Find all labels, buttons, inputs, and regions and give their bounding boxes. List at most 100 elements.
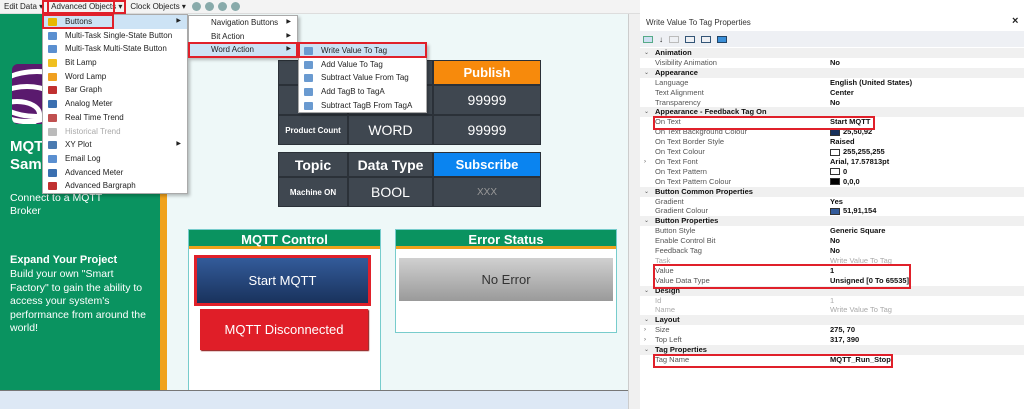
property-value[interactable]: 51,91,154 bbox=[830, 206, 876, 216]
property-value[interactable]: 1 bbox=[830, 266, 834, 276]
property-value[interactable]: Generic Square bbox=[830, 226, 885, 236]
chevron-right-icon[interactable]: › bbox=[644, 325, 646, 335]
menu-item[interactable]: Subtract TagB From TagA bbox=[299, 99, 426, 113]
menu-item[interactable]: Add Value To Tag bbox=[299, 58, 426, 72]
chevron-down-icon[interactable]: ⌄ bbox=[644, 187, 649, 197]
categorized-icon[interactable] bbox=[643, 35, 653, 43]
menu-item[interactable]: Word Lamp bbox=[43, 70, 187, 84]
collapse-icon[interactable] bbox=[701, 35, 711, 43]
property-value[interactable]: MQTT_Run_Stop bbox=[830, 355, 891, 365]
publish-value[interactable]: 99999 bbox=[433, 85, 541, 115]
menu-item[interactable]: Bit Action ▶ bbox=[189, 30, 297, 44]
toolbar-icon[interactable] bbox=[204, 2, 214, 11]
property-value[interactable]: Start MQTT bbox=[830, 117, 870, 127]
property-row[interactable]: Enable Control Bit No bbox=[640, 236, 1024, 246]
menu-item[interactable]: XY Plot ▶ bbox=[43, 138, 187, 152]
menu-edit-data[interactable]: Edit Data ▾ bbox=[0, 0, 47, 14]
menu-item[interactable]: Buttons ▶ bbox=[43, 15, 187, 29]
start-mqtt-button[interactable]: Start MQTT bbox=[197, 258, 368, 303]
chevron-down-icon[interactable]: ⌄ bbox=[644, 315, 649, 325]
property-value[interactable]: Write Value To Tag bbox=[830, 305, 892, 315]
property-value[interactable]: 0,0,0 bbox=[830, 177, 860, 187]
property-category[interactable]: ⌄ Button Common Properties bbox=[640, 186, 1024, 197]
property-row[interactable]: On Text Start MQTT bbox=[640, 117, 1024, 127]
property-row[interactable]: Gradient Yes bbox=[640, 197, 1024, 207]
property-row[interactable]: Gradient Colour 51,91,154 bbox=[640, 206, 1024, 216]
chevron-right-icon[interactable]: › bbox=[644, 157, 646, 167]
property-value[interactable]: 25,50,92 bbox=[830, 127, 872, 137]
property-row[interactable]: Feedback Tag No bbox=[640, 246, 1024, 256]
chevron-right-icon[interactable]: › bbox=[644, 335, 646, 345]
property-category[interactable]: ⌄ Appearance bbox=[640, 67, 1024, 78]
menu-item[interactable]: Navigation Buttons ▶ bbox=[189, 16, 297, 30]
publish-value[interactable]: 99999 bbox=[433, 115, 541, 145]
chevron-down-icon[interactable]: ⌄ bbox=[644, 216, 649, 226]
property-row[interactable]: › Top Left 317, 390 bbox=[640, 335, 1024, 345]
property-row[interactable]: Language English (United States) bbox=[640, 78, 1024, 88]
property-value[interactable]: Unsigned [0 To 65535] bbox=[830, 276, 909, 286]
property-row[interactable]: Task Write Value To Tag bbox=[640, 256, 1024, 266]
property-row[interactable]: Id 1 bbox=[640, 296, 1024, 306]
property-category[interactable]: ⌄ Tag Properties bbox=[640, 345, 1024, 355]
property-value[interactable]: English (United States) bbox=[830, 78, 912, 88]
vertical-scrollbar[interactable] bbox=[628, 14, 640, 409]
property-row[interactable]: On Text Colour 255,255,255 bbox=[640, 147, 1024, 157]
property-row[interactable]: On Text Pattern 0 bbox=[640, 167, 1024, 177]
toolbar-icon[interactable] bbox=[217, 2, 227, 11]
menu-item[interactable]: Multi-Task Single-State Button bbox=[43, 29, 187, 43]
add-icon[interactable] bbox=[717, 35, 727, 43]
property-category[interactable]: ⌄ Button Properties bbox=[640, 216, 1024, 227]
property-row[interactable]: Value Data Type Unsigned [0 To 65535] bbox=[640, 276, 1024, 286]
menu-item[interactable]: Subtract Value From Tag bbox=[299, 71, 426, 85]
property-row[interactable]: Transparency No bbox=[640, 98, 1024, 108]
property-category[interactable]: ⌄ Layout bbox=[640, 315, 1024, 326]
toolbar-icon[interactable] bbox=[230, 2, 240, 11]
property-value[interactable]: Write Value To Tag bbox=[830, 256, 892, 266]
close-icon[interactable]: × bbox=[1012, 15, 1018, 27]
menu-item[interactable]: Advanced Bargraph bbox=[43, 179, 187, 193]
property-value[interactable]: No bbox=[830, 98, 840, 108]
property-row[interactable]: Text Alignment Center bbox=[640, 88, 1024, 98]
menu-item[interactable]: Bar Graph bbox=[43, 83, 187, 97]
property-value[interactable]: Center bbox=[830, 88, 854, 98]
menu-item[interactable]: Advanced Meter bbox=[43, 166, 187, 180]
menu-item[interactable]: Bit Lamp bbox=[43, 56, 187, 70]
property-value[interactable]: No bbox=[830, 246, 840, 256]
property-row[interactable]: On Text Border Style Raised bbox=[640, 137, 1024, 147]
property-row[interactable]: On Text Background Colour 25,50,92 bbox=[640, 127, 1024, 137]
menu-item[interactable]: Multi-Task Multi-State Button bbox=[43, 42, 187, 56]
property-value[interactable]: No bbox=[830, 58, 840, 68]
property-value[interactable]: 1 bbox=[830, 296, 834, 306]
menu-item[interactable]: Add TagB to TagA bbox=[299, 85, 426, 99]
property-row[interactable]: Tag Name MQTT_Run_Stop bbox=[640, 355, 1024, 365]
chevron-down-icon[interactable]: ⌄ bbox=[644, 48, 649, 58]
property-row[interactable]: › On Text Font Arial, 17.57813pt bbox=[640, 157, 1024, 167]
property-row[interactable]: On Text Pattern Colour 0,0,0 bbox=[640, 177, 1024, 187]
property-value[interactable]: 255,255,255 bbox=[830, 147, 885, 157]
property-value[interactable]: 0 bbox=[830, 167, 847, 177]
menu-item[interactable]: Email Log bbox=[43, 152, 187, 166]
property-value[interactable]: 275, 70 bbox=[830, 325, 855, 335]
property-value[interactable]: Arial, 17.57813pt bbox=[830, 157, 889, 167]
menu-clock-objects[interactable]: Clock Objects ▾ bbox=[126, 0, 190, 14]
menu-advanced-objects[interactable]: Advanced Objects ▾ bbox=[47, 0, 127, 14]
menu-item[interactable]: Word Action ▶ bbox=[189, 43, 297, 58]
property-value[interactable]: Yes bbox=[830, 197, 843, 207]
property-pages-icon[interactable] bbox=[669, 35, 679, 43]
property-category[interactable]: ⌄ Design bbox=[640, 285, 1024, 296]
menu-item[interactable]: Real Time Trend bbox=[43, 111, 187, 125]
menu-item[interactable]: Analog Meter bbox=[43, 97, 187, 111]
property-row[interactable]: Visibility Animation No bbox=[640, 58, 1024, 68]
property-category[interactable]: ⌄ Animation bbox=[640, 48, 1024, 58]
menu-item[interactable]: Write Value To Tag bbox=[299, 44, 426, 58]
property-row[interactable]: Name Write Value To Tag bbox=[640, 305, 1024, 315]
property-row[interactable]: Button Style Generic Square bbox=[640, 226, 1024, 236]
property-value[interactable]: Raised bbox=[830, 137, 855, 147]
chevron-down-icon[interactable]: ⌄ bbox=[644, 345, 649, 355]
expand-all-icon[interactable] bbox=[685, 35, 695, 43]
sort-az-icon[interactable]: ↓ bbox=[659, 35, 663, 44]
property-value[interactable]: 317, 390 bbox=[830, 335, 859, 345]
property-category[interactable]: ⌄ Appearance - Feedback Tag On bbox=[640, 107, 1024, 118]
property-row[interactable]: › Size 275, 70 bbox=[640, 325, 1024, 335]
property-row[interactable]: Value 1 bbox=[640, 266, 1024, 276]
